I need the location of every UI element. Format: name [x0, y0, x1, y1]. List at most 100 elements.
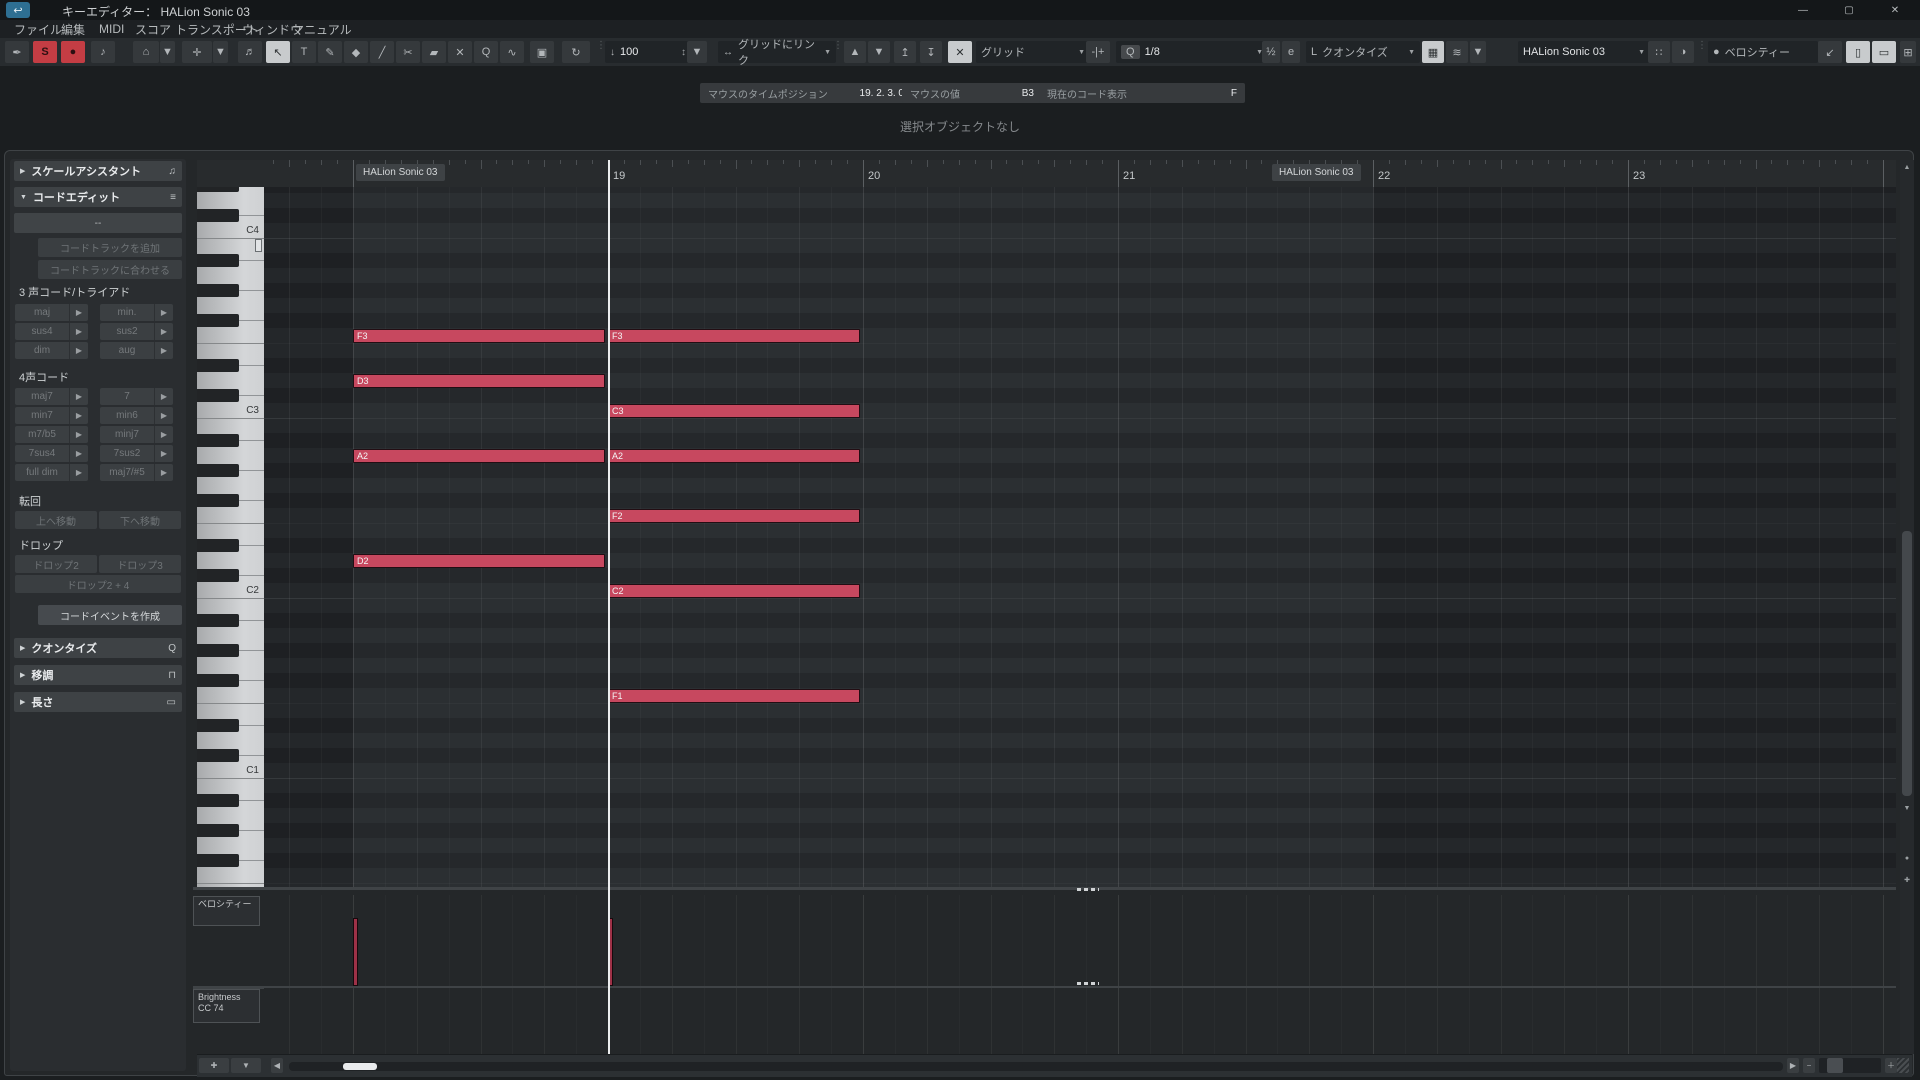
- pin-button[interactable]: ✒: [5, 41, 29, 63]
- note-length-icon[interactable]: ◑: [1672, 41, 1694, 63]
- midi-note[interactable]: C2: [608, 584, 860, 598]
- chord-maj7/#5[interactable]: maj7/#5▶: [100, 464, 173, 481]
- iterative-quantize-button[interactable]: e: [1282, 41, 1300, 63]
- part-editing-mode-button[interactable]: ✛: [182, 41, 212, 63]
- add-chord-track-button[interactable]: コードトラックを追加: [38, 238, 182, 257]
- menu-midi[interactable]: MIDI: [95, 20, 128, 38]
- event-colors-group[interactable]: ●ベロシティー: [1708, 41, 1818, 63]
- chord-full dim[interactable]: full dim▶: [15, 464, 88, 481]
- note-grid[interactable]: F3D3A2D2F3C3A2F2C2F1: [264, 187, 1896, 890]
- curve-tool[interactable]: ∿: [500, 41, 524, 63]
- autoscroll-button[interactable]: ⌂: [133, 41, 159, 63]
- insert-velocity-value[interactable]: 100: [620, 46, 638, 58]
- input-options-dropdown[interactable]: ▼: [1470, 41, 1486, 63]
- black-key[interactable]: [197, 464, 239, 477]
- black-key[interactable]: [197, 749, 239, 762]
- play-chord-icon[interactable]: ▶: [154, 304, 173, 321]
- length-grid-link-group[interactable]: ↔グリッドにリンク▼: [718, 41, 836, 63]
- play-chord-icon[interactable]: ▶: [154, 323, 173, 340]
- part-selector-dropdown[interactable]: ▼: [1638, 49, 1645, 56]
- play-chord-icon[interactable]: ▶: [69, 426, 88, 443]
- snap-toggle-button[interactable]: ✕: [948, 41, 972, 63]
- black-key[interactable]: [197, 569, 239, 582]
- zoom-slider-thumb[interactable]: [1827, 1058, 1843, 1073]
- vertical-scrollbar[interactable]: ▲ ▼ ● ✚: [1900, 160, 1914, 1054]
- midi-note[interactable]: D3: [353, 374, 605, 388]
- midi-note[interactable]: F3: [353, 329, 605, 343]
- maximize-button[interactable]: ▢: [1828, 0, 1870, 20]
- midi-note[interactable]: A2: [608, 449, 860, 463]
- split-tool[interactable]: ✂: [396, 41, 420, 63]
- midi-note[interactable]: D2: [353, 554, 605, 568]
- menu-score[interactable]: スコア: [131, 20, 175, 38]
- play-chord-icon[interactable]: ▶: [154, 426, 173, 443]
- black-key[interactable]: [197, 719, 239, 732]
- black-key[interactable]: [197, 614, 239, 627]
- grid-link-dropdown[interactable]: ▼: [824, 49, 831, 56]
- drop2-4-button[interactable]: ドロップ2 + 4: [15, 575, 181, 593]
- horizontal-scrollbar-thumb[interactable]: [343, 1063, 377, 1070]
- black-key[interactable]: [197, 794, 239, 807]
- scroll-right-button[interactable]: ▶: [1787, 1058, 1799, 1073]
- section-length[interactable]: ▶長さ▭: [14, 692, 182, 712]
- scroll-down-button[interactable]: ▼: [1900, 802, 1914, 814]
- black-key[interactable]: [197, 209, 239, 222]
- lane-separator[interactable]: [193, 887, 1896, 890]
- minimize-button[interactable]: —: [1782, 0, 1824, 20]
- back-icon[interactable]: ↩: [6, 2, 30, 18]
- glue-tool[interactable]: ▰: [422, 41, 446, 63]
- play-chord-icon[interactable]: ▶: [154, 342, 173, 359]
- draw-tool[interactable]: ✎: [318, 41, 342, 63]
- play-chord-icon[interactable]: ▶: [154, 464, 173, 481]
- chord-minj7[interactable]: minj7▶: [100, 426, 173, 443]
- black-key[interactable]: [197, 824, 239, 837]
- lower-zone-toggle[interactable]: ▭: [1872, 41, 1896, 63]
- lane-preset-dropdown[interactable]: ▼: [231, 1058, 261, 1073]
- create-chord-event-button[interactable]: コードイベントを作成: [38, 605, 182, 625]
- part-selector-group[interactable]: HALion Sonic 03▼: [1518, 41, 1650, 63]
- zoom-out-button[interactable]: −: [1803, 1058, 1815, 1073]
- chord-sus2[interactable]: sus2▶: [100, 323, 173, 340]
- black-key[interactable]: [197, 434, 239, 447]
- autoscroll-dropdown[interactable]: ▼: [160, 41, 175, 63]
- left-zone-toggle[interactable]: ▯: [1846, 41, 1870, 63]
- chord-sus4[interactable]: sus4▶: [15, 323, 88, 340]
- menu-manual[interactable]: マニュアル: [288, 20, 356, 38]
- insert-mode-icon[interactable]: ∷: [1648, 41, 1670, 63]
- play-chord-icon[interactable]: ▶: [154, 445, 173, 462]
- play-chord-icon[interactable]: ▶: [69, 407, 88, 424]
- part-editing-dropdown[interactable]: ▼: [213, 41, 228, 63]
- chord-min7[interactable]: min7▶: [15, 407, 88, 424]
- midi-note[interactable]: F3: [608, 329, 860, 343]
- cc-lane[interactable]: [264, 988, 1896, 1054]
- window-zones-button[interactable]: ↙: [1818, 41, 1842, 63]
- object-selection-tool[interactable]: ↖: [266, 41, 290, 63]
- velocity-lane-label[interactable]: ベロシティー: [193, 896, 260, 926]
- drop3-button[interactable]: ドロップ3: [99, 555, 181, 573]
- chord-aug[interactable]: aug▶: [100, 342, 173, 359]
- inversion-up-button[interactable]: 上へ移動: [15, 511, 97, 529]
- insert-velocity-dropdown[interactable]: ▼: [687, 41, 707, 63]
- lane-resize-handle[interactable]: [1077, 888, 1099, 891]
- play-chord-icon[interactable]: ▶: [154, 407, 173, 424]
- black-key[interactable]: [197, 187, 239, 192]
- black-key[interactable]: [197, 359, 239, 372]
- move-up-button[interactable]: ▲: [844, 41, 866, 63]
- chord-7sus4[interactable]: 7sus4▶: [15, 445, 88, 462]
- section-quantize[interactable]: ▶クオンタイズQ: [14, 638, 182, 658]
- apply-quantize-dropdown[interactable]: ▼: [1408, 49, 1415, 56]
- section-chord-edit[interactable]: ▼コードエディット≡: [14, 187, 182, 207]
- trim-tool[interactable]: T: [292, 41, 316, 63]
- snap-type-group[interactable]: グリッド▼: [976, 41, 1090, 63]
- black-key[interactable]: [197, 644, 239, 657]
- zoom-in-button[interactable]: ＋: [1885, 1058, 1897, 1073]
- chord-maj[interactable]: maj▶: [15, 304, 88, 321]
- play-chord-icon[interactable]: ▶: [154, 388, 173, 405]
- black-key[interactable]: [197, 494, 239, 507]
- black-key[interactable]: [197, 854, 239, 867]
- part-name-start[interactable]: HALion Sonic 03: [356, 164, 445, 181]
- quantize-preset-group[interactable]: Q1/8▼: [1116, 41, 1268, 63]
- speaker-icon[interactable]: ♬: [238, 41, 262, 63]
- black-key[interactable]: [197, 284, 239, 297]
- velocity-bar[interactable]: [353, 918, 358, 986]
